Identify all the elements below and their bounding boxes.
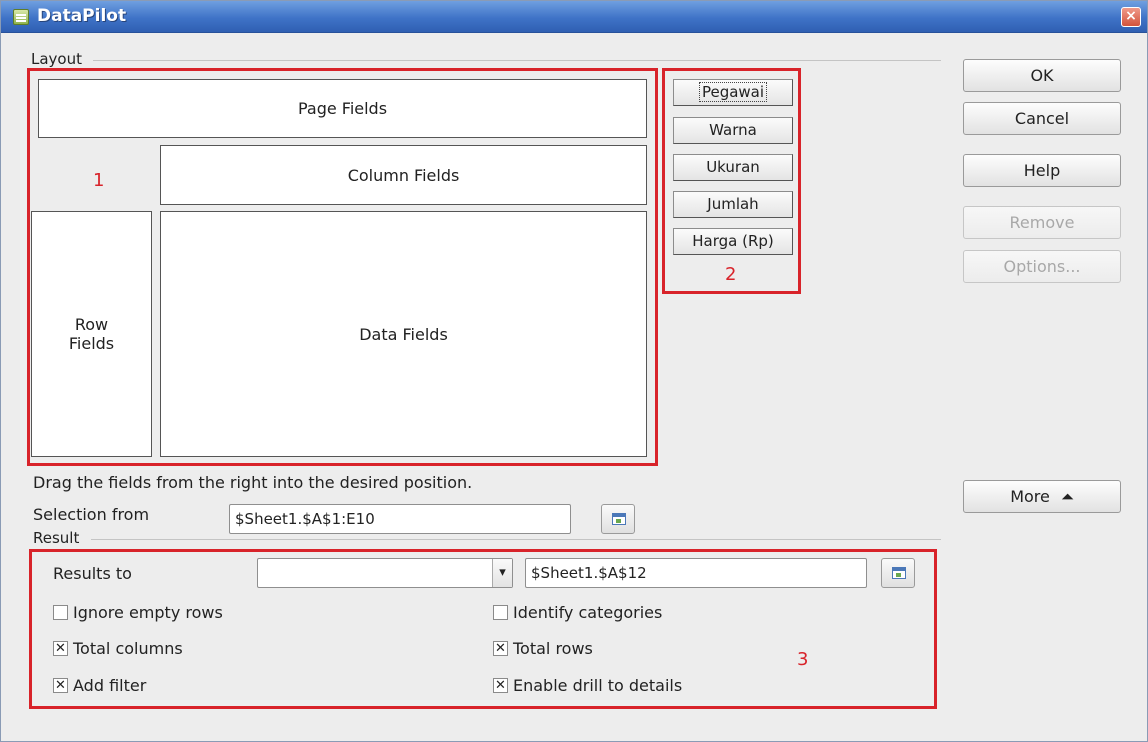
total-columns-checkbox[interactable]: ✕ Total columns [53, 639, 183, 658]
checkbox-label: Identify categories [513, 603, 663, 622]
field-button-jumlah[interactable]: Jumlah [673, 191, 793, 218]
range-select-icon [892, 567, 906, 579]
column-fields-label: Column Fields [347, 165, 460, 185]
field-label: Jumlah [707, 195, 759, 213]
selection-from-label: Selection from [33, 505, 150, 524]
checkbox-box[interactable]: ✕ [53, 678, 68, 693]
data-fields-label: Data Fields [359, 324, 448, 344]
selection-shrink-button[interactable] [601, 504, 635, 534]
chevron-up-icon: ⏶ [1060, 487, 1074, 506]
total-rows-checkbox[interactable]: ✕ Total rows [493, 639, 593, 658]
remove-button[interactable]: Remove [963, 206, 1121, 239]
row-fields-label-line1: Row [74, 315, 109, 334]
layout-divider [93, 60, 941, 61]
row-fields-zone[interactable]: Row Fields [31, 211, 152, 457]
checkbox-box[interactable] [493, 605, 508, 620]
results-to-input[interactable]: $Sheet1.$A$12 [525, 558, 867, 588]
enable-drill-checkbox[interactable]: ✕ Enable drill to details [493, 676, 682, 695]
checkbox-box[interactable]: ✕ [493, 641, 508, 656]
add-filter-checkbox[interactable]: ✕ Add filter [53, 676, 146, 695]
annotation-number-1: 1 [93, 170, 105, 191]
results-shrink-button[interactable] [881, 558, 915, 588]
results-to-label: Results to [53, 564, 132, 583]
checkbox-label: Total rows [513, 639, 593, 658]
checkbox-label: Add filter [73, 676, 147, 695]
window-title: DataPilot [37, 6, 127, 26]
identify-categories-checkbox[interactable]: Identify categories [493, 603, 662, 622]
column-fields-zone[interactable]: Column Fields [160, 145, 647, 205]
datapilot-app-icon [13, 9, 29, 25]
more-label: More [1010, 487, 1050, 506]
ok-button[interactable]: OK [963, 59, 1121, 92]
checkbox-label: Enable drill to details [513, 676, 683, 695]
field-button-ukuran[interactable]: Ukuran [673, 154, 793, 181]
datapilot-dialog: DataPilot × Layout 1 Page Fields Column … [0, 0, 1148, 742]
options-button[interactable]: Options... [963, 250, 1121, 283]
layout-group-label: Layout [31, 50, 86, 68]
field-button-harga[interactable]: Harga (Rp) [673, 228, 793, 255]
field-label: Ukuran [706, 158, 760, 176]
close-icon[interactable]: × [1121, 7, 1141, 27]
field-button-warna[interactable]: Warna [673, 117, 793, 144]
chevron-down-icon[interactable]: ▾ [492, 559, 512, 587]
result-group-label: Result [33, 529, 84, 547]
cancel-button[interactable]: Cancel [963, 102, 1121, 135]
field-label: Pegawai [698, 82, 768, 102]
annotation-number-3: 3 [797, 649, 809, 670]
field-label: Warna [709, 121, 757, 139]
ignore-empty-rows-checkbox[interactable]: Ignore empty rows [53, 603, 223, 622]
results-to-dropdown[interactable]: ▾ [257, 558, 513, 588]
checkbox-box[interactable]: ✕ [493, 678, 508, 693]
checkbox-box[interactable]: ✕ [53, 641, 68, 656]
result-divider [91, 539, 941, 540]
title-bar[interactable]: DataPilot × [1, 1, 1147, 33]
page-fields-label: Page Fields [297, 99, 388, 118]
checkbox-box[interactable] [53, 605, 68, 620]
selection-range-input[interactable]: $Sheet1.$A$1:E10 [229, 504, 571, 534]
more-button[interactable]: More ⏶ [963, 480, 1121, 513]
annotation-number-2: 2 [725, 264, 737, 285]
help-button[interactable]: Help [963, 154, 1121, 187]
checkbox-label: Ignore empty rows [73, 603, 223, 622]
data-fields-zone[interactable]: Data Fields [160, 211, 647, 457]
page-fields-zone[interactable]: Page Fields [38, 79, 647, 138]
field-label: Harga (Rp) [692, 232, 774, 250]
range-select-icon [612, 513, 626, 525]
checkbox-label: Total columns [73, 639, 183, 658]
drag-hint-text: Drag the fields from the right into the … [33, 473, 473, 492]
row-fields-label-line2: Fields [68, 334, 115, 353]
field-button-pegawai[interactable]: Pegawai [673, 79, 793, 106]
